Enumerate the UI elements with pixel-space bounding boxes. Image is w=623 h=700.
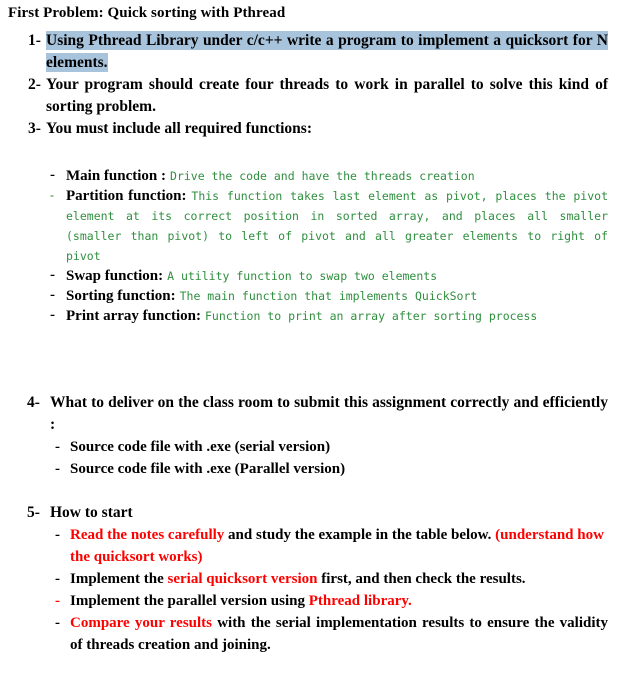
- bullet-dash-icon: -: [55, 571, 60, 587]
- highlighted-text: Using Pthread Library under c/c++ write …: [46, 31, 608, 72]
- page-title: First Problem: Quick sorting with Pthrea…: [8, 5, 286, 21]
- start-step-3-part-a: Implement the parallel version using: [70, 593, 309, 609]
- deliverables-block: 4- What to deliver on the class room to …: [0, 392, 623, 480]
- bullet-dash-icon: -: [50, 167, 55, 183]
- start-step-4-part-a: Compare your results: [70, 615, 213, 631]
- function-item-main-body: Main function : Drive the code and have …: [66, 166, 608, 186]
- document-page: First Problem: Quick sorting with Pthrea…: [0, 0, 623, 700]
- start-step-1: - Read the notes carefully and study the…: [0, 524, 623, 568]
- bullet-dash-icon: -: [50, 307, 55, 323]
- start-step-4: - Compare your results with the serial i…: [0, 612, 623, 656]
- list-marker-2: 2-: [28, 76, 41, 93]
- function-label: Swap function:: [66, 268, 164, 284]
- list-marker-1: 1-: [28, 32, 41, 49]
- function-label: Partition function:: [66, 188, 187, 204]
- bullet-dash-icon: -: [55, 439, 60, 455]
- function-item-sorting-body: Sorting function: The main function that…: [66, 286, 608, 306]
- start-step-1-part-b: and study the example in the table below…: [224, 527, 496, 543]
- list-item-4-text: What to deliver on the class room to sub…: [50, 394, 608, 433]
- start-step-2: - Implement the serial quicksort version…: [0, 568, 623, 590]
- function-list: - Main function : Drive the code and hav…: [0, 166, 623, 326]
- start-step-2-part-a: Implement the: [70, 571, 168, 587]
- function-item-main: - Main function : Drive the code and hav…: [0, 166, 623, 186]
- start-step-2-part-c: first, and then check the results.: [317, 571, 526, 587]
- start-step-4-text: Compare your results with the serial imp…: [70, 612, 608, 656]
- list-item-1-text: Using Pthread Library under c/c++ write …: [46, 30, 623, 74]
- list-marker-5: 5-: [27, 504, 40, 521]
- bullet-dash-icon: -: [50, 188, 54, 202]
- deliverable-serial-label: Source code file with .exe (serial versi…: [70, 439, 331, 455]
- list-item-2-text: Your program should create four threads …: [46, 76, 608, 115]
- start-step-1-text: Read the notes carefully and study the e…: [70, 524, 608, 568]
- bullet-dash-icon: -: [55, 615, 60, 631]
- list-item-5: 5- How to start: [0, 502, 623, 524]
- list-item-2: 2- Your program should create four threa…: [0, 74, 623, 118]
- function-label: Sorting function:: [66, 288, 176, 304]
- function-item-swap-body: Swap function: A utility function to swa…: [66, 266, 608, 286]
- start-step-2-text: Implement the serial quicksort version f…: [70, 568, 608, 590]
- bullet-dash-icon: -: [50, 267, 55, 283]
- list-marker-3: 3-: [28, 120, 41, 137]
- bullet-dash-icon: -: [55, 593, 60, 609]
- bullet-dash-icon: -: [55, 527, 60, 543]
- start-step-3-text: Implement the parallel version using Pth…: [70, 590, 608, 612]
- start-step-1-part-a: Read the notes carefully: [70, 527, 225, 543]
- bullet-dash-icon: -: [55, 461, 60, 477]
- list-item-1: 1- Using Pthread Library under c/c++ wri…: [0, 30, 623, 74]
- start-step-3: - Implement the parallel version using P…: [0, 590, 623, 612]
- list-item-3-text: You must include all required functions:: [46, 120, 312, 137]
- how-to-start-block: 5- How to start - Read the notes careful…: [0, 502, 623, 656]
- list-item-4: 4- What to deliver on the class room to …: [0, 392, 623, 436]
- function-item-print-array: - Print array function: Function to prin…: [0, 306, 623, 326]
- function-item-partition-body: Partition function: This function takes …: [66, 186, 608, 266]
- list-item-3: 3- You must include all required functio…: [0, 118, 623, 140]
- list-marker-4: 4-: [27, 394, 40, 411]
- bullet-dash-icon: -: [50, 287, 55, 303]
- function-item-partition: - Partition function: This function take…: [0, 186, 623, 266]
- function-label: Main function :: [66, 168, 167, 184]
- start-step-3-part-b: Pthread library.: [308, 593, 412, 609]
- function-label: Print array function:: [66, 308, 201, 324]
- deliverable-parallel-label: Source code file with .exe (Parallel ver…: [70, 461, 346, 477]
- function-item-print-array-body: Print array function: Function to print …: [66, 306, 608, 326]
- numbered-list-top: 1- Using Pthread Library under c/c++ wri…: [0, 30, 623, 140]
- function-description: The main function that implements QuickS…: [179, 289, 478, 303]
- function-item-swap: - Swap function: A utility function to s…: [0, 266, 623, 286]
- deliverable-serial: - Source code file with .exe (serial ver…: [0, 436, 623, 458]
- function-description: Function to print an array after sorting…: [204, 309, 538, 323]
- function-item-sorting: - Sorting function: The main function th…: [0, 286, 623, 306]
- list-item-5-text: How to start: [50, 504, 133, 521]
- start-step-2-part-b: serial quicksort version: [167, 571, 318, 587]
- deliverable-parallel: - Source code file with .exe (Parallel v…: [0, 458, 623, 480]
- function-description: Drive the code and have the threads crea…: [170, 169, 475, 183]
- function-description: A utility function to swap two elements: [167, 269, 438, 283]
